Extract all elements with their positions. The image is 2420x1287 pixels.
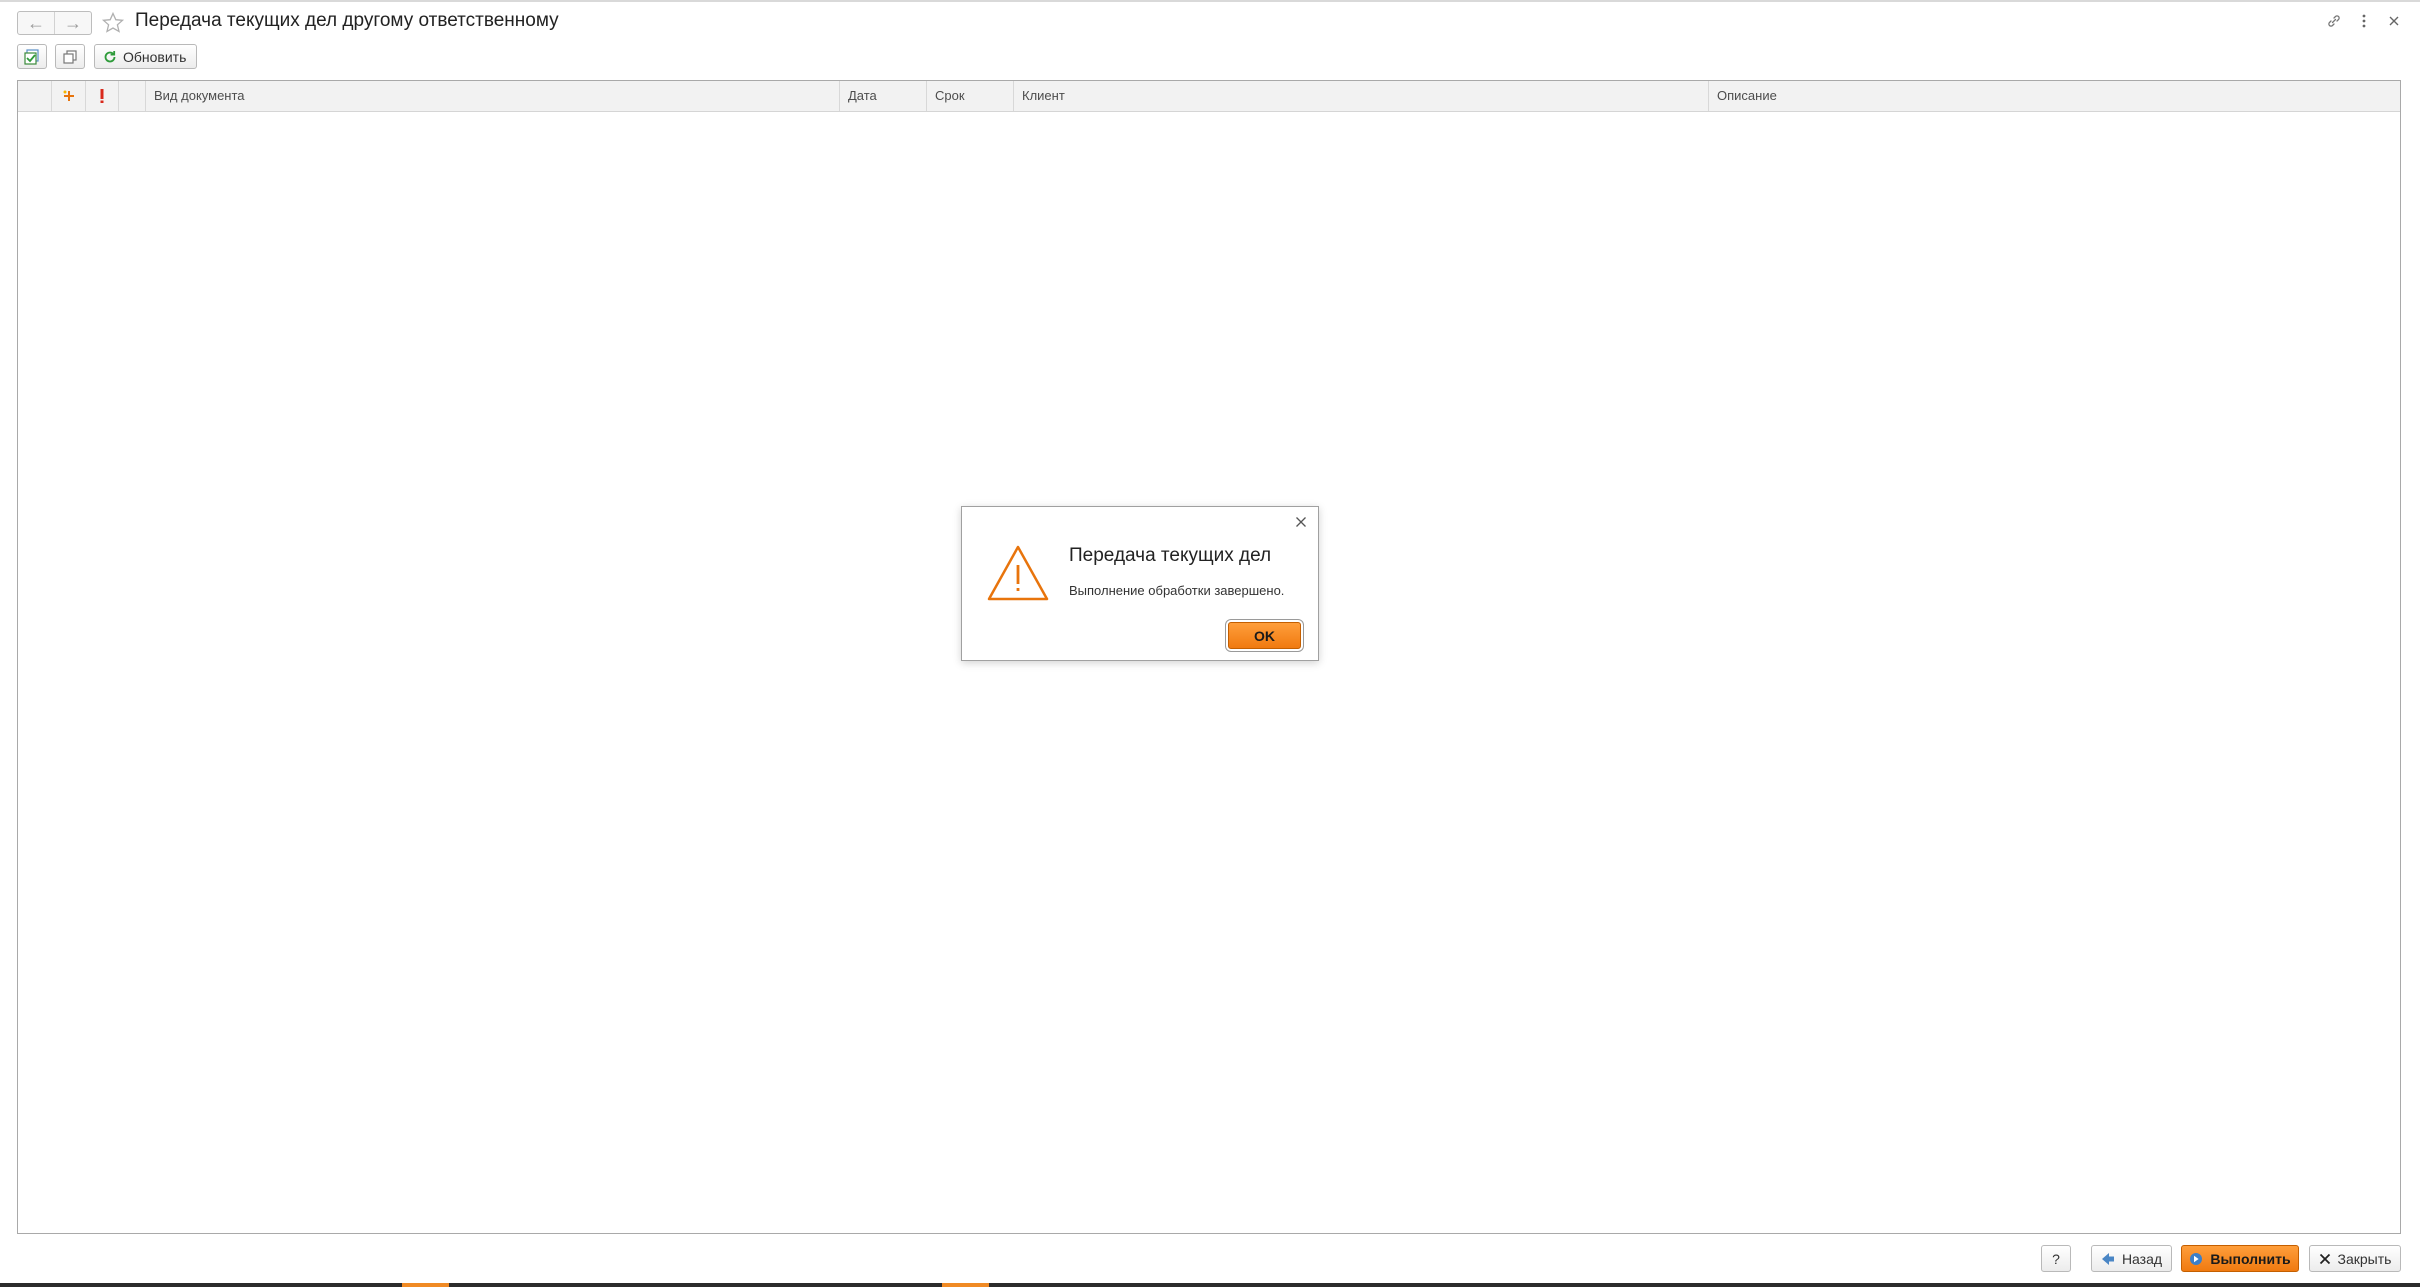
close-label: Закрыть [2337,1250,2392,1267]
column-date[interactable]: Дата [840,81,927,111]
column-checkbox[interactable] [18,81,52,111]
column-new[interactable] [52,81,86,111]
column-importance[interactable] [86,81,119,111]
close-button[interactable]: Закрыть [2309,1245,2401,1272]
close-window-icon[interactable] [2383,10,2405,32]
check-list-icon [24,48,39,65]
star-icon[interactable] [99,9,127,37]
column-client[interactable]: Клиент [1014,81,1709,111]
column-description[interactable]: Описание [1709,81,2400,111]
refresh-icon [104,50,116,62]
copy-button[interactable] [55,44,85,69]
column-attachment[interactable] [119,81,146,111]
copy-icon [63,49,77,64]
back-icon [2101,1252,2114,1265]
execute-button[interactable]: Выполнить [2181,1245,2299,1272]
window-title: Передача текущих дел другому ответственн… [135,10,559,31]
exclamation-icon [100,89,104,103]
taskbar-strip [0,1283,2420,1287]
refresh-label: Обновить [123,48,187,65]
new-item-icon [63,90,74,101]
link-icon[interactable] [2323,10,2345,32]
close-x-icon [2319,1253,2330,1264]
table-header: Вид документа Дата Срок Клиент Описание [18,81,2400,112]
refresh-button[interactable]: Обновить [94,44,198,69]
more-menu-icon[interactable] [2353,10,2375,32]
execute-label: Выполнить [2210,1250,2291,1267]
dialog-title: Передача текущих дел [1069,545,1272,566]
dialog-close-icon[interactable] [1292,513,1310,531]
check-all-button[interactable] [17,44,47,69]
message-dialog: Передача текущих дел Выполнение обработк… [961,506,1319,661]
column-deadline[interactable]: Срок [927,81,1014,111]
help-button[interactable]: ? [2041,1245,2071,1272]
dialog-message: Выполнение обработки завершено. [1069,583,1285,598]
ok-button[interactable]: OK [1228,622,1301,649]
back-label: Назад [2121,1250,2163,1267]
warning-icon [986,544,1050,607]
window-top-border [0,0,2420,2]
execute-icon [2190,1252,2203,1265]
history-nav: ← → [17,11,92,35]
back-arrow-icon[interactable]: ← [18,12,54,34]
back-button[interactable]: Назад [2091,1245,2172,1272]
forward-arrow-icon[interactable]: → [54,12,91,34]
column-doc-type[interactable]: Вид документа [146,81,840,111]
